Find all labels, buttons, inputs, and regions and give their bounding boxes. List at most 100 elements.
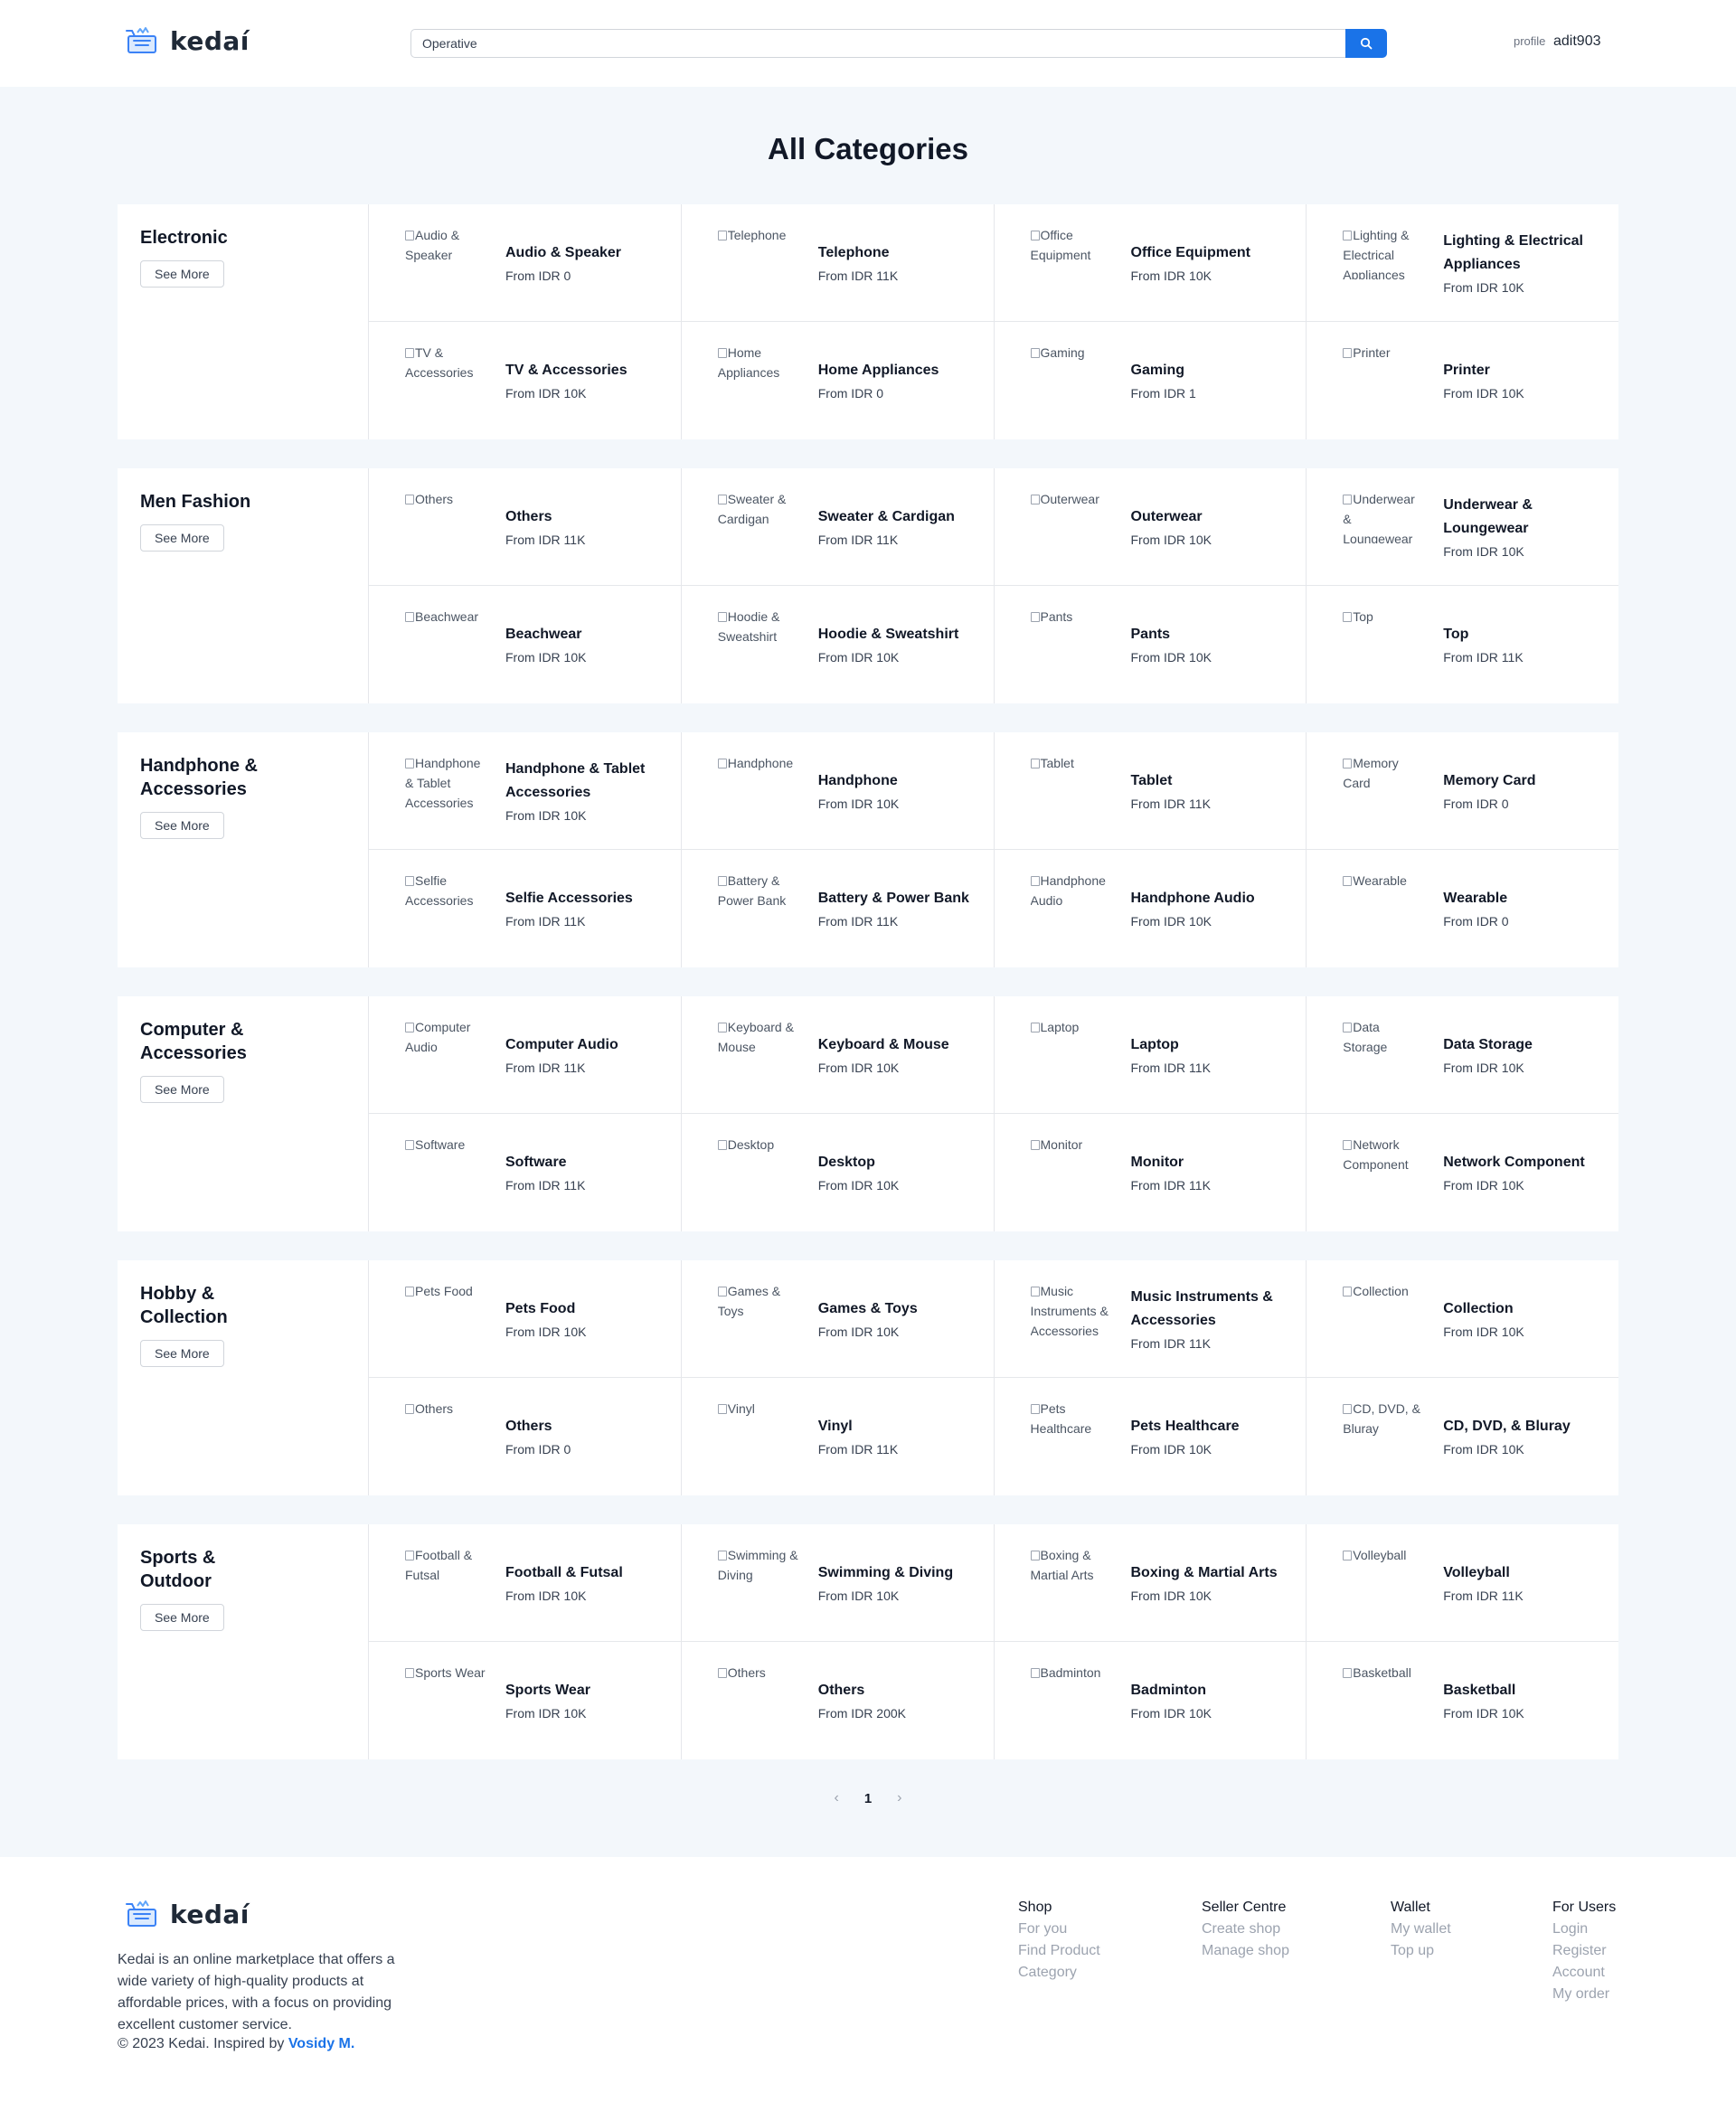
subcategory-card[interactable]: Others Others From IDR 0 — [368, 1378, 681, 1495]
subcategory-card[interactable]: Others Others From IDR 11K — [368, 468, 681, 586]
see-more-button[interactable]: See More — [140, 1604, 224, 1631]
subcategory-name[interactable]: Beachwear — [505, 623, 586, 646]
subcategory-name[interactable]: Hoodie & Sweatshirt — [818, 623, 959, 646]
subcategory-card[interactable]: Audio & Speaker Audio & Speaker From IDR 0 — [368, 204, 681, 322]
page-number-current[interactable]: 1 — [864, 1791, 872, 1806]
subcategory-name[interactable]: Games & Toys — [818, 1297, 918, 1321]
subcategory-card[interactable]: Laptop Laptop From IDR 11K — [993, 996, 1307, 1114]
subcategory-card[interactable]: Software Software From IDR 11K — [368, 1114, 681, 1231]
subcategory-card[interactable]: Collection Collection From IDR 10K — [1306, 1260, 1618, 1378]
subcategory-name[interactable]: Handphone & Tablet Accessories — [505, 758, 657, 805]
inspired-by-link[interactable]: Vosidy M. — [288, 2036, 355, 2051]
subcategory-name[interactable]: Pants — [1131, 623, 1212, 646]
subcategory-name[interactable]: Gaming — [1131, 359, 1196, 382]
subcategory-card[interactable]: Sports Wear Sports Wear From IDR 10K — [368, 1642, 681, 1759]
subcategory-name[interactable]: Others — [818, 1679, 906, 1702]
footer-link-my-order[interactable]: My order — [1552, 1984, 1616, 2005]
subcategory-card[interactable]: Vinyl Vinyl From IDR 11K — [680, 1378, 994, 1495]
subcategory-name[interactable]: Tablet — [1131, 769, 1211, 793]
subcategory-name[interactable]: Outerwear — [1131, 505, 1212, 529]
prev-page-button[interactable]: ‹ — [835, 1790, 839, 1806]
subcategory-card[interactable]: Memory Card Memory Card From IDR 0 — [1306, 732, 1618, 850]
subcategory-name[interactable]: Desktop — [818, 1151, 899, 1174]
subcategory-card[interactable]: Office Equipment Office Equipment From IDR… — [993, 204, 1307, 322]
subcategory-card[interactable]: CD, DVD, & Bluray CD, DVD, & Bluray From I… — [1306, 1378, 1618, 1495]
subcategory-card[interactable]: Printer Printer From IDR 10K — [1306, 322, 1618, 439]
subcategory-card[interactable]: Music Instruments & Accessories Music Ins… — [993, 1260, 1307, 1378]
subcategory-card[interactable]: Handphone & Tablet Accessories Handphone … — [368, 732, 681, 850]
subcategory-name[interactable]: Badminton — [1131, 1679, 1212, 1702]
subcategory-name[interactable]: Underwear & Loungewear — [1443, 494, 1595, 541]
subcategory-card[interactable]: Data Storage Data Storage From IDR 10K — [1306, 996, 1618, 1114]
subcategory-card[interactable]: Hoodie & Sweatshirt Hoodie & Sweatshirt Fr… — [680, 586, 994, 703]
subcategory-name[interactable]: Vinyl — [818, 1415, 898, 1438]
subcategory-card[interactable]: Keyboard & Mouse Keyboard & Mouse From IDR… — [680, 996, 994, 1114]
subcategory-name[interactable]: Battery & Power Bank — [818, 887, 969, 910]
subcategory-name[interactable]: Wearable — [1443, 887, 1508, 910]
subcategory-name[interactable]: Office Equipment — [1131, 241, 1250, 265]
subcategory-card[interactable]: Home Appliances Home Appliances From IDR 0 — [680, 322, 994, 439]
subcategory-card[interactable]: Pets Food Pets Food From IDR 10K — [368, 1260, 681, 1378]
profile-menu[interactable]: profile adit903 — [1514, 29, 1601, 54]
subcategory-card[interactable]: Battery & Power Bank Battery & Power Bank… — [680, 850, 994, 967]
footer-link-top-up[interactable]: Top up — [1391, 1940, 1451, 1962]
subcategory-name[interactable]: Swimming & Diving — [818, 1561, 953, 1585]
subcategory-name[interactable]: Computer Audio — [505, 1033, 618, 1057]
subcategory-name[interactable]: Top — [1443, 623, 1523, 646]
subcategory-card[interactable]: Boxing & Martial Arts Boxing & Martial Ar… — [993, 1524, 1307, 1642]
subcategory-name[interactable]: Home Appliances — [818, 359, 939, 382]
subcategory-name[interactable]: Handphone — [818, 769, 899, 793]
see-more-button[interactable]: See More — [140, 1340, 224, 1367]
subcategory-card[interactable]: Pets Healthcare Pets Healthcare From IDR 1… — [993, 1378, 1307, 1495]
subcategory-card[interactable]: Games & Toys Games & Toys From IDR 10K — [680, 1260, 994, 1378]
subcategory-name[interactable]: Software — [505, 1151, 585, 1174]
next-page-button[interactable]: › — [897, 1790, 901, 1806]
subcategory-name[interactable]: Football & Futsal — [505, 1561, 623, 1585]
subcategory-name[interactable]: Monitor — [1131, 1151, 1211, 1174]
subcategory-name[interactable]: Sweater & Cardigan — [818, 505, 955, 529]
footer-link-register[interactable]: Register — [1552, 1940, 1616, 1962]
search-button[interactable] — [1345, 29, 1387, 58]
subcategory-card[interactable]: Selfie Accessories Selfie Accessories From… — [368, 850, 681, 967]
subcategory-card[interactable]: Telephone Telephone From IDR 11K — [680, 204, 994, 322]
subcategory-card[interactable]: Handphone Handphone From IDR 10K — [680, 732, 994, 850]
subcategory-name[interactable]: Sports Wear — [505, 1679, 590, 1702]
subcategory-name[interactable]: Pets Food — [505, 1297, 586, 1321]
subcategory-name[interactable]: Keyboard & Mouse — [818, 1033, 949, 1057]
subcategory-card[interactable]: Computer Audio Computer Audio From IDR 11K — [368, 996, 681, 1114]
subcategory-card[interactable]: Football & Futsal Football & Futsal From I… — [368, 1524, 681, 1642]
subcategory-card[interactable]: Beachwear Beachwear From IDR 10K — [368, 586, 681, 703]
subcategory-name[interactable]: Telephone — [818, 241, 898, 265]
subcategory-name[interactable]: Memory Card — [1443, 769, 1535, 793]
subcategory-card[interactable]: Volleyball Volleyball From IDR 11K — [1306, 1524, 1618, 1642]
subcategory-card[interactable]: Desktop Desktop From IDR 10K — [680, 1114, 994, 1231]
subcategory-name[interactable]: Pets Healthcare — [1131, 1415, 1240, 1438]
subcategory-card[interactable]: Monitor Monitor From IDR 11K — [993, 1114, 1307, 1231]
subcategory-card[interactable]: Badminton Badminton From IDR 10K — [993, 1642, 1307, 1759]
username[interactable]: adit903 — [1553, 33, 1601, 50]
subcategory-card[interactable]: Top Top From IDR 11K — [1306, 586, 1618, 703]
footer-link-account[interactable]: Account — [1552, 1962, 1616, 1984]
subcategory-name[interactable]: Basketball — [1443, 1679, 1524, 1702]
see-more-button[interactable]: See More — [140, 812, 224, 839]
subcategory-name[interactable]: Boxing & Martial Arts — [1131, 1561, 1278, 1585]
subcategory-card[interactable]: Outerwear Outerwear From IDR 10K — [993, 468, 1307, 586]
subcategory-name[interactable]: Volleyball — [1443, 1561, 1523, 1585]
subcategory-name[interactable]: Handphone Audio — [1131, 887, 1255, 910]
subcategory-card[interactable]: TV & Accessories TV & Accessories From IDR… — [368, 322, 681, 439]
subcategory-name[interactable]: Selfie Accessories — [505, 887, 633, 910]
subcategory-card[interactable]: Pants Pants From IDR 10K — [993, 586, 1307, 703]
see-more-button[interactable]: See More — [140, 1076, 224, 1103]
subcategory-name[interactable]: Audio & Speaker — [505, 241, 621, 265]
subcategory-card[interactable]: Swimming & Diving Swimming & Diving From I… — [680, 1524, 994, 1642]
footer-logo[interactable]: kedaí — [125, 1897, 250, 1931]
subcategory-card[interactable]: Wearable Wearable From IDR 0 — [1306, 850, 1618, 967]
subcategory-name[interactable]: Collection — [1443, 1297, 1524, 1321]
footer-link-manage-shop[interactable]: Manage shop — [1202, 1940, 1289, 1962]
brand-logo[interactable]: kedaí — [125, 24, 250, 58]
subcategory-card[interactable]: Underwear & Loungewear Underwear & Lounge… — [1306, 468, 1618, 586]
subcategory-name[interactable]: Printer — [1443, 359, 1524, 382]
subcategory-name[interactable]: Network Component — [1443, 1151, 1584, 1174]
footer-link-login[interactable]: Login — [1552, 1919, 1616, 1940]
subcategory-name[interactable]: Lighting & Electrical Appliances — [1443, 230, 1595, 277]
